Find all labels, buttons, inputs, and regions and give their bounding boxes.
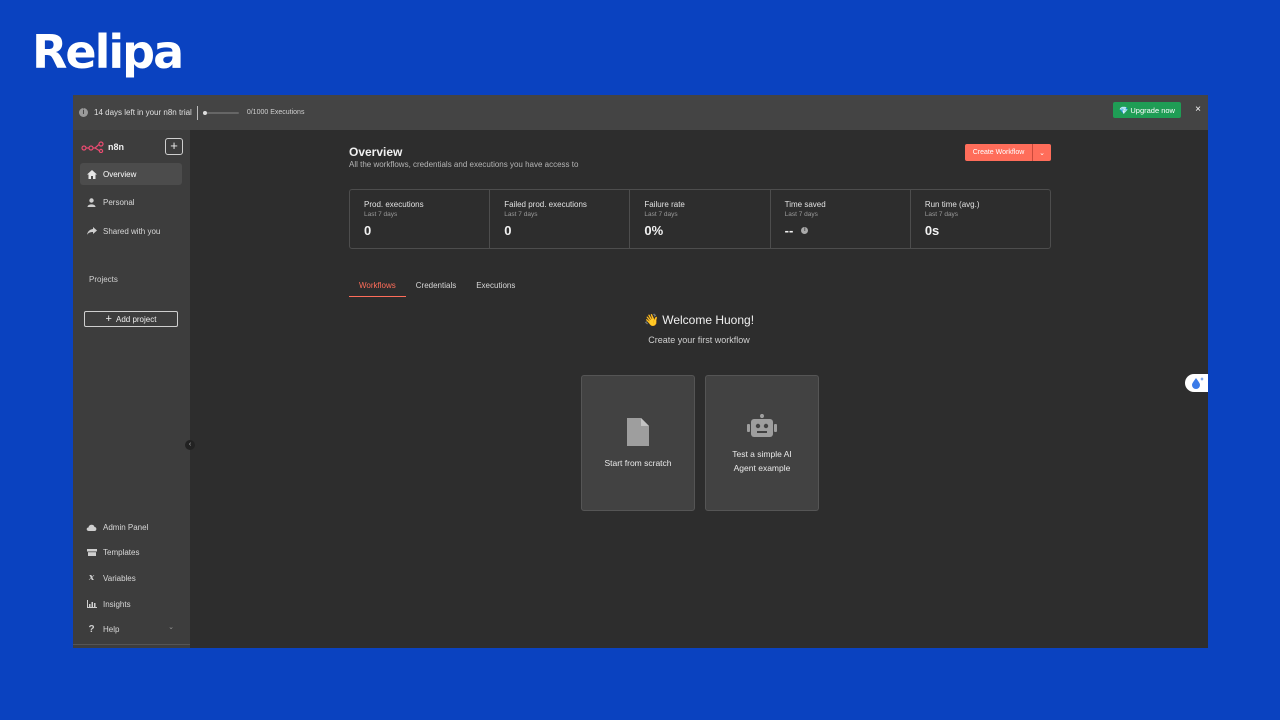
add-project-label: Add project	[115, 314, 157, 324]
card-label-line-1: Test a simple AI	[732, 449, 792, 459]
stat-value: 0	[364, 223, 489, 238]
close-icon[interactable]: ×	[1193, 104, 1203, 116]
stat-period: Last 7 days	[504, 211, 538, 218]
relipa-logo: Relipa	[32, 25, 184, 79]
add-project-button[interactable]: + Add project	[84, 311, 178, 327]
upgrade-now-button[interactable]: 💎 Upgrade now	[1113, 102, 1181, 118]
variable-icon: x	[88, 573, 95, 583]
executions-progress	[202, 110, 239, 115]
sidebar-item-label: Personal	[103, 197, 135, 207]
welcome-subtitle: Create your first workflow	[648, 335, 750, 345]
n8n-logo-icon	[81, 141, 104, 153]
page-title: Overview	[349, 145, 403, 159]
stat-period: Last 7 days	[924, 211, 959, 218]
box-icon	[86, 547, 97, 558]
stats-panel: Prod. executions Last 7 days 0 Failed pr…	[349, 189, 1051, 249]
info-icon: i	[79, 108, 88, 117]
tab-executions[interactable]: Executions	[466, 278, 525, 297]
question-icon: ?	[88, 623, 95, 635]
stat-value-text: 0%	[644, 223, 664, 238]
stat-value: 0%	[644, 223, 769, 238]
add-button[interactable]: +	[165, 138, 183, 155]
stat-value: 0	[504, 223, 629, 238]
card-label: Start from scratch	[604, 458, 672, 468]
stat-value-text: 0s	[924, 223, 940, 238]
tab-workflows[interactable]: Workflows	[349, 278, 406, 297]
stat-label: Run time (avg.)	[924, 200, 980, 209]
create-workflow-label[interactable]: Create Workflow	[965, 144, 1033, 161]
stat-failure-rate[interactable]: Failure rate Last 7 days 0%	[630, 190, 771, 248]
stat-label: Time saved	[784, 200, 826, 209]
n8n-app-window: i 14 days left in your n8n trial 0/1000 …	[73, 95, 1208, 648]
sidebar-item-label: Shared with you	[103, 226, 161, 236]
plus-icon: +	[105, 313, 112, 325]
tab-credentials[interactable]: Credentials	[406, 278, 466, 297]
sidebar-item-personal[interactable]: Personal	[80, 191, 182, 213]
sidebar-item-label: Help	[103, 624, 120, 634]
stat-period: Last 7 days	[364, 211, 398, 218]
stat-value-text: 0	[504, 223, 512, 238]
share-icon	[86, 226, 97, 237]
trial-text: 14 days left in your n8n trial	[94, 108, 192, 117]
content-tabs: Workflows Credentials Executions	[349, 278, 525, 297]
trial-banner: i 14 days left in your n8n trial 0/1000 …	[73, 95, 1208, 130]
executions-count: 0/1000 Executions	[246, 109, 305, 116]
stat-value-text: --	[784, 223, 794, 238]
logo-text: n8n	[108, 142, 125, 152]
robot-icon	[706, 414, 818, 438]
stat-prod-executions[interactable]: Prod. executions Last 7 days 0	[350, 190, 491, 248]
cloud-icon	[86, 522, 97, 533]
stat-value: 0s	[925, 223, 1050, 238]
card-label-line-2: Agent example	[733, 463, 791, 473]
sidebar-item-variables[interactable]: x Variables	[80, 567, 182, 589]
chevron-down-icon[interactable]: ⌄	[1033, 144, 1051, 161]
sidebar-item-insights[interactable]: Insights	[80, 593, 182, 615]
gem-icon: 💎	[1119, 105, 1129, 115]
stat-label: Prod. executions	[364, 200, 424, 209]
info-icon[interactable]: i	[801, 227, 809, 234]
sidebar-item-shared[interactable]: Shared with you	[80, 220, 182, 242]
chart-icon	[86, 599, 97, 610]
projects-heading: Projects	[89, 275, 118, 284]
sidebar-item-label: Insights	[103, 599, 131, 609]
stat-value-text: 0	[364, 223, 372, 238]
welcome-heading: 👋 Welcome Huong!	[643, 313, 755, 327]
stat-value: -- i	[785, 223, 910, 238]
sidebar-item-help[interactable]: ? Help ⌄	[80, 618, 182, 640]
upgrade-label: Upgrade now	[1130, 105, 1175, 115]
main-content: Overview All the workflows, credentials …	[190, 130, 1208, 648]
stat-label: Failure rate	[644, 200, 685, 209]
stat-period: Last 7 days	[784, 211, 818, 218]
progress-dot	[202, 110, 207, 115]
sidebar: n8n + Overview Personal Shared with you …	[73, 130, 195, 648]
sidebar-item-admin-panel[interactable]: Admin Panel	[80, 516, 182, 538]
chevron-down-icon: ⌄	[168, 624, 174, 631]
sidebar-item-label: Overview	[103, 169, 137, 179]
sparkle-drop-icon	[1192, 377, 1204, 389]
user-icon	[86, 197, 97, 208]
stat-label: Failed prod. executions	[504, 200, 587, 209]
sidebar-item-templates[interactable]: Templates	[80, 541, 182, 563]
page-subtitle: All the workflows, credentials and execu…	[349, 160, 579, 169]
sidebar-item-overview[interactable]: Overview	[80, 163, 182, 185]
sidebar-item-label: Templates	[103, 547, 140, 557]
sidebar-divider	[73, 644, 190, 645]
n8n-logo[interactable]: n8n	[81, 141, 124, 153]
ai-agent-example-card[interactable]: Test a simple AI Agent example	[705, 375, 819, 511]
sidebar-item-label: Variables	[103, 573, 136, 583]
banner-divider	[196, 105, 198, 120]
stat-period: Last 7 days	[644, 211, 678, 218]
home-icon	[86, 169, 97, 180]
ai-assistant-button[interactable]	[1185, 374, 1208, 392]
start-from-scratch-card[interactable]: Start from scratch	[581, 375, 695, 511]
stat-failed-executions[interactable]: Failed prod. executions Last 7 days 0	[490, 190, 631, 248]
card-label: Test a simple AI Agent example	[706, 447, 818, 475]
stat-time-saved[interactable]: Time saved Last 7 days -- i	[771, 190, 911, 248]
create-workflow-button[interactable]: Create Workflow ⌄	[965, 144, 1051, 161]
file-icon	[582, 418, 694, 446]
sidebar-item-label: Admin Panel	[103, 522, 149, 532]
stat-run-time[interactable]: Run time (avg.) Last 7 days 0s	[911, 190, 1050, 248]
